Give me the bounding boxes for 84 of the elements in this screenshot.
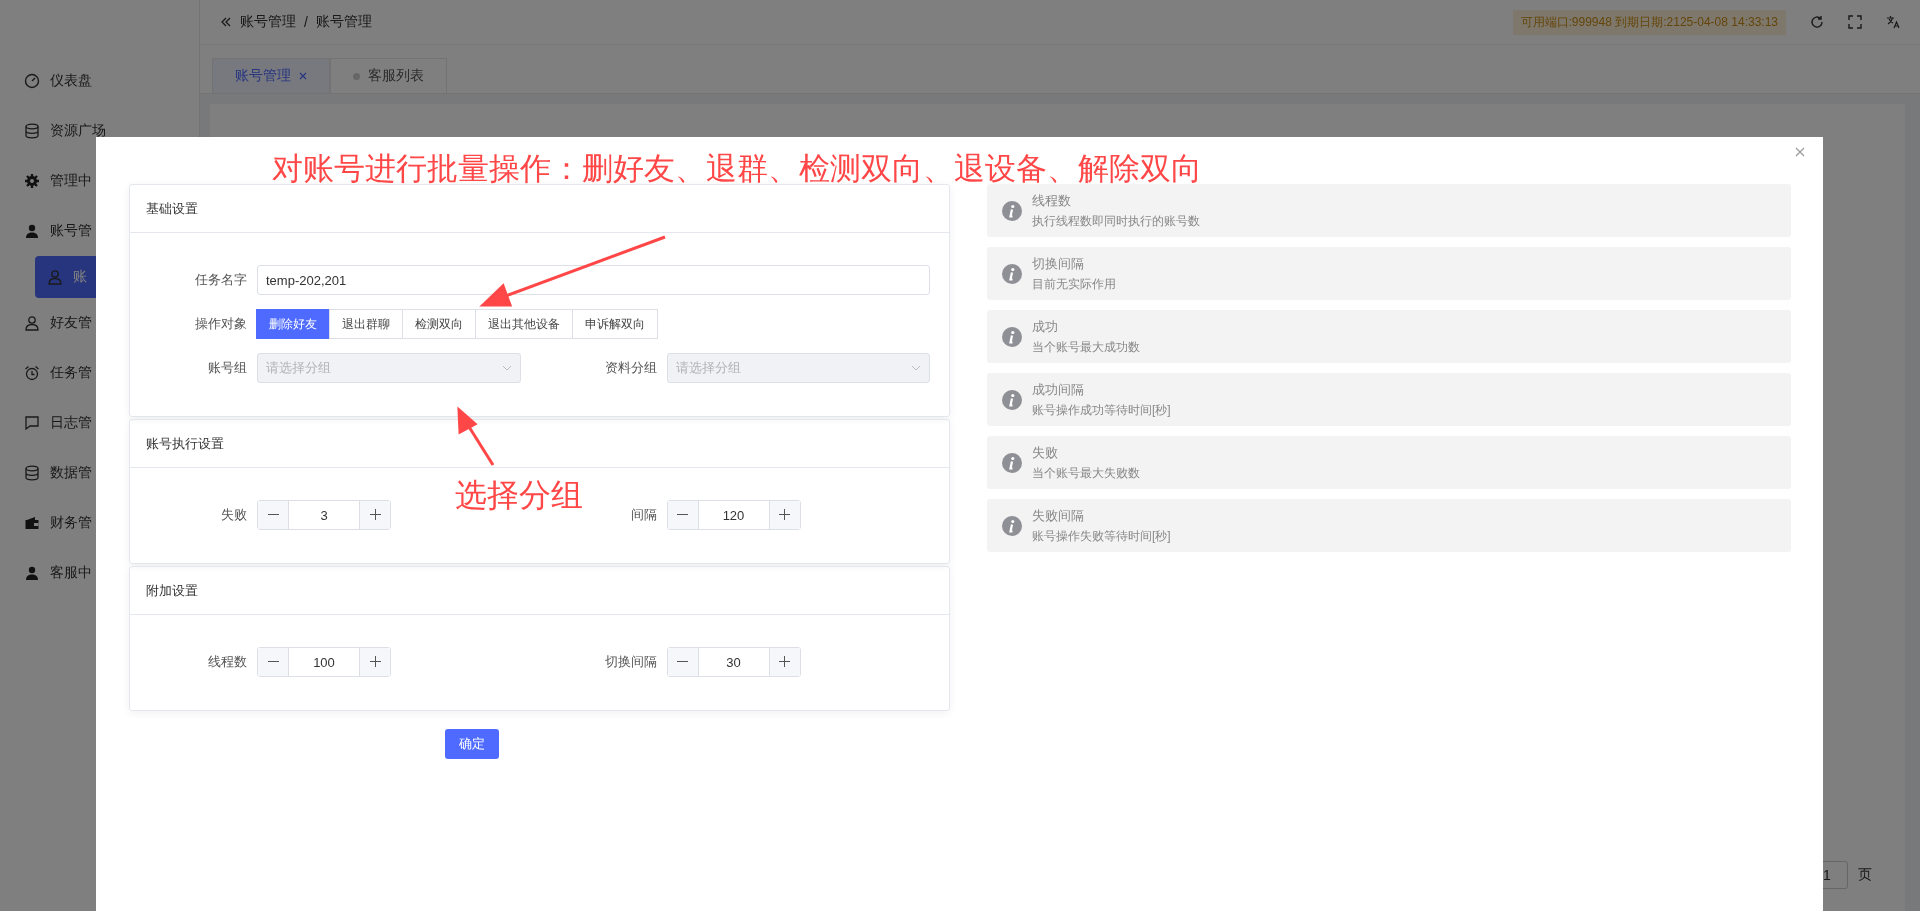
field-label: 切换间隔 <box>604 653 657 671</box>
annotation-arrow <box>457 406 495 466</box>
license-badge: 可用端口:999948 到期日期:2125-04-08 14:33:13 <box>1512 9 1786 35</box>
info-icon <box>1002 452 1022 473</box>
field-label: 账号组 <box>208 359 247 377</box>
sidebar-item[interactable]: 资源广场 <box>0 106 199 156</box>
alarm-clock-icon <box>24 365 40 381</box>
field-label: 任务名字 <box>195 271 247 289</box>
settings-icon <box>24 173 40 189</box>
info-title: 成功 <box>1032 317 1059 336</box>
sidebar-item[interactable]: 客服中 <box>0 548 96 598</box>
plus-icon <box>369 509 381 520</box>
card-title: 附加设置 <box>146 581 198 600</box>
sidebar-item[interactable]: 任务管 <box>0 348 96 398</box>
card-title: 基础设置 <box>146 199 198 218</box>
info-description: 账号操作成功等待时间[秒] <box>1032 401 1171 419</box>
field-label: 线程数 <box>208 653 247 671</box>
field-label: 间隔 <box>630 506 657 524</box>
info-icon <box>1002 263 1022 284</box>
plus-icon <box>369 656 381 667</box>
segment-button[interactable]: 退出群聊 <box>329 309 403 339</box>
segment-button[interactable]: 申诉解双向 <box>572 309 658 339</box>
info-icon <box>1002 389 1022 410</box>
info-icon <box>1002 326 1022 347</box>
info-description: 账号操作失败等待时间[秒] <box>1032 527 1171 545</box>
gauge-icon <box>24 73 40 89</box>
sidebar-item[interactable]: 账 <box>35 256 96 298</box>
info-description: 当个账号最大成功数 <box>1032 338 1140 356</box>
plus-icon <box>779 656 790 667</box>
close-icon[interactable] <box>1795 147 1805 157</box>
chevron-down-icon <box>501 365 512 371</box>
input-field[interactable]: temp-202,201 <box>257 265 930 295</box>
person-icon <box>24 565 40 581</box>
plus-icon <box>779 509 790 520</box>
chevron-down-icon <box>911 365 921 371</box>
card-title: 账号执行设置 <box>146 434 224 453</box>
database-icon <box>24 465 40 481</box>
plus-button[interactable] <box>769 501 800 529</box>
person-icon <box>24 223 40 239</box>
sidebar-item[interactable]: 账号管 <box>0 206 96 256</box>
breadcrumb-item[interactable]: 账号管理 <box>240 13 296 31</box>
close-icon[interactable] <box>299 72 307 80</box>
page-tab[interactable]: 账号管理 <box>212 58 330 93</box>
page-unit: 页 <box>1858 866 1872 884</box>
translate-icon[interactable] <box>1886 15 1900 29</box>
field-label: 资料分组 <box>604 359 657 377</box>
annotation-text: 对账号进行批量操作：删好友、退群、检测双向、退设备、解除双向 <box>272 150 1202 188</box>
plus-button[interactable] <box>360 648 390 676</box>
plus-button[interactable] <box>360 501 390 529</box>
info-icon <box>1002 200 1022 221</box>
annotation-text: 选择分组 <box>455 476 583 515</box>
fullscreen-icon[interactable] <box>1848 15 1862 29</box>
info-title: 线程数 <box>1032 191 1072 210</box>
person-icon <box>24 315 40 331</box>
segment-button[interactable]: 删除好友 <box>256 309 330 339</box>
info-description: 目前无实际作用 <box>1032 275 1116 293</box>
segment-button[interactable]: 退出其他设备 <box>475 309 573 339</box>
collapse-icon[interactable] <box>220 16 232 28</box>
chat-bubble-icon <box>24 415 40 431</box>
plus-button[interactable] <box>769 648 800 676</box>
wallet-icon <box>24 515 40 531</box>
sidebar-item[interactable]: 日志管 <box>0 398 96 448</box>
info-title: 失败 <box>1032 443 1059 462</box>
sidebar-item[interactable]: 仪表盘 <box>0 56 199 106</box>
confirm-button[interactable]: 确定 <box>445 729 499 759</box>
field-label: 失败 <box>221 506 247 524</box>
sidebar-item[interactable]: 数据管 <box>0 448 96 498</box>
info-description: 执行线程数即同时执行的账号数 <box>1032 212 1200 230</box>
field-label: 操作对象 <box>195 315 247 333</box>
sidebar-item[interactable]: 财务管 <box>0 498 96 548</box>
sidebar-item[interactable]: 管理中 <box>0 156 96 206</box>
breadcrumb-item: 账号管理 <box>315 13 372 31</box>
refresh-icon[interactable] <box>1810 15 1824 29</box>
person-icon <box>47 269 63 285</box>
info-description: 当个账号最大失败数 <box>1032 464 1140 482</box>
info-title: 切换间隔 <box>1032 254 1085 273</box>
sidebar-item[interactable]: 好友管 <box>0 298 96 348</box>
segment-button[interactable]: 检测双向 <box>402 309 476 339</box>
info-title: 成功间隔 <box>1032 380 1085 399</box>
page-tab[interactable]: 客服列表 <box>330 58 447 93</box>
info-icon <box>1002 515 1022 536</box>
database-icon <box>24 123 40 139</box>
info-title: 失败间隔 <box>1032 506 1085 525</box>
breadcrumb-separator: / <box>304 14 308 30</box>
